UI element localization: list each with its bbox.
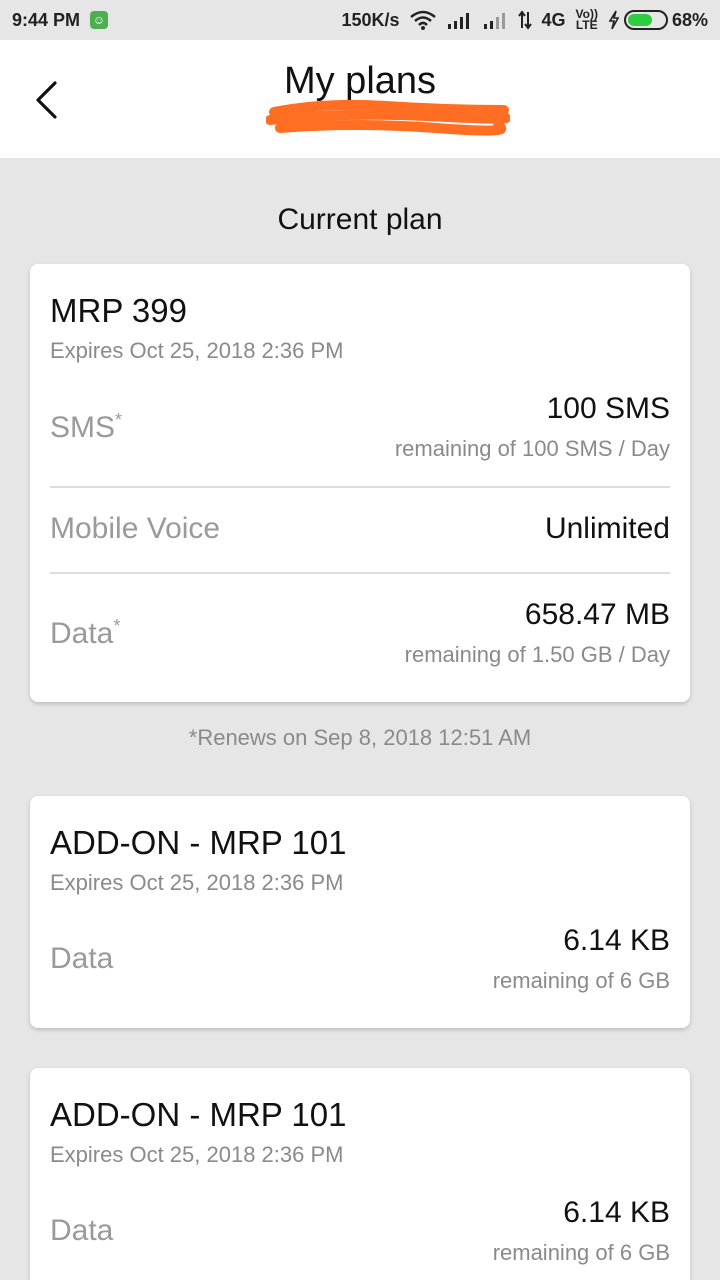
divider (50, 486, 670, 488)
app-header: My plans (0, 40, 720, 158)
network-type: 4G (541, 9, 566, 30)
renew-note: *Renews on Sep 8, 2018 12:51 AM (188, 725, 532, 750)
signal-strength-icon (447, 13, 469, 29)
addon-data-row: Data 6.14 KB remaining of 6 GB (50, 1194, 670, 1274)
volte-bottom: LTE (575, 18, 598, 32)
addon-expiry: Expires Oct 25, 2018 2:36 PM (50, 870, 344, 895)
data-value: 658.47 MB (524, 598, 670, 631)
addon-card[interactable]: ADD-ON - MRP 101 Expires Oct 25, 2018 2:… (30, 1068, 690, 1280)
charging-icon (608, 10, 620, 30)
addon-data-label: Data (50, 942, 114, 975)
battery-percent: 68% (671, 9, 708, 30)
status-time: 9:44 PM (12, 9, 81, 30)
battery-fill (627, 14, 653, 26)
sms-label-text: SMS (50, 411, 116, 444)
sms-value: 100 SMS (546, 392, 670, 425)
mobile-voice-value: Unlimited (544, 512, 670, 545)
signal-strength-icon-2 (483, 13, 505, 29)
plan-name: MRP 399 (50, 292, 187, 329)
addon-data-remaining: remaining of 6 GB (492, 1240, 670, 1265)
addon-data-value: 6.14 KB (563, 924, 670, 957)
battery-icon (623, 10, 668, 30)
addon-expiry: Expires Oct 25, 2018 2:36 PM (50, 1142, 344, 1167)
sms-label: SMS* (50, 410, 122, 445)
addon-data-label: Data (50, 1214, 114, 1247)
sms-remaining: remaining of 100 SMS / Day (394, 436, 670, 461)
volte-icon: Vo)) LTE (575, 8, 598, 32)
notification-app-icon: ☺ (90, 11, 109, 29)
addon-data-value: 6.14 KB (563, 1196, 670, 1229)
mobile-voice-label: Mobile Voice (50, 512, 221, 545)
addon-name: ADD-ON - MRP 101 (50, 1096, 347, 1133)
addon-data-remaining: remaining of 6 GB (492, 968, 670, 993)
section-title-current-plan: Current plan (277, 203, 443, 236)
addon-card[interactable]: ADD-ON - MRP 101 Expires Oct 25, 2018 2:… (30, 796, 690, 1028)
data-row: Data* 658.47 MB remaining of 1.50 GB / D… (50, 596, 670, 676)
sms-row: SMS* 100 SMS remaining of 100 SMS / Day (50, 390, 670, 470)
plan-expiry: Expires Oct 25, 2018 2:36 PM (50, 338, 344, 363)
addon-name: ADD-ON - MRP 101 (50, 824, 347, 861)
addon-data-row: Data 6.14 KB remaining of 6 GB (50, 922, 670, 1002)
battery-indicator: 68% (608, 10, 708, 31)
sms-label-mark: * (115, 410, 123, 430)
current-plan-card[interactable]: MRP 399 Expires Oct 25, 2018 2:36 PM SMS… (30, 264, 690, 702)
data-label-mark: * (113, 616, 121, 636)
mobile-voice-row: Mobile Voice Unlimited (50, 508, 670, 558)
data-label-text: Data (50, 617, 114, 650)
redaction-scribble (266, 99, 510, 136)
wifi-icon (409, 10, 436, 30)
network-speed: 150K/s (341, 9, 400, 30)
data-remaining: remaining of 1.50 GB / Day (404, 642, 670, 667)
divider (50, 572, 670, 574)
data-transfer-icon (517, 10, 532, 30)
status-bar: 9:44 PM ☺ 150K/s 4G Vo)) LTE 68% (0, 0, 720, 40)
page-title: My plans (283, 60, 437, 102)
data-label: Data* (50, 616, 120, 651)
